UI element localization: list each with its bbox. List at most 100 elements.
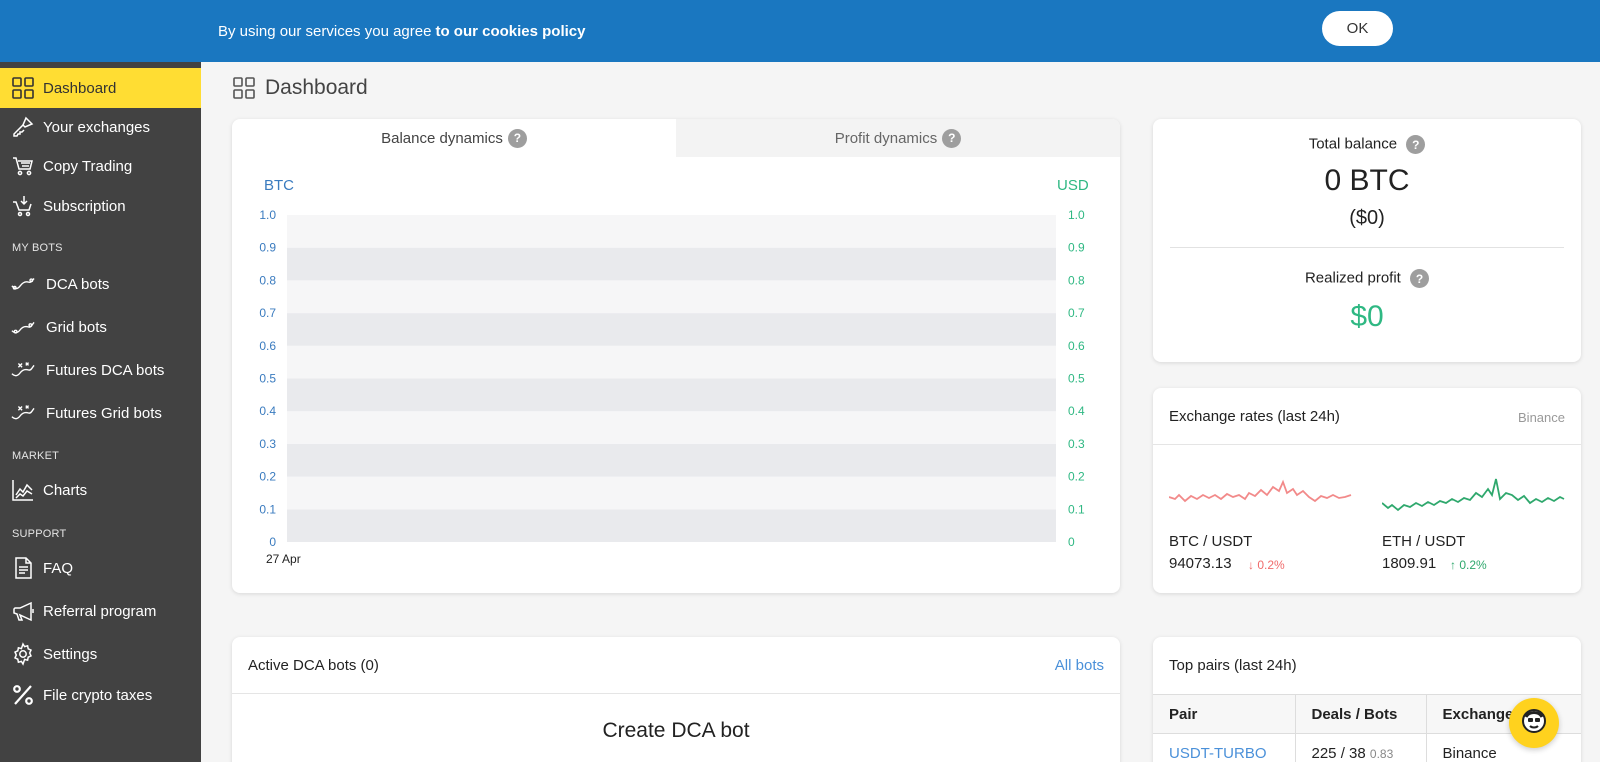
sidebar-item-label: Futures DCA bots — [46, 361, 165, 379]
sidebar-item-label: FAQ — [43, 559, 74, 577]
section-market: MARKET — [12, 450, 60, 462]
sidebar-item-label: Subscription — [43, 197, 126, 215]
sidebar-item-charts[interactable]: Charts — [0, 470, 201, 510]
chat-mascot-icon — [1519, 706, 1549, 741]
pair-change: ↑ 0.2% — [1450, 558, 1487, 572]
support-chat-button[interactable] — [1509, 698, 1559, 748]
x-tick: 27 Apr — [266, 552, 301, 566]
top-pairs-card: Top pairs (last 24h) Pair Deals / Bots E… — [1153, 637, 1581, 762]
cookie-ok-button[interactable]: OK — [1322, 11, 1393, 46]
y-tick-left: 0.8 — [259, 273, 276, 287]
sidebar-item-dca-bots[interactable]: DCA bots — [0, 264, 201, 304]
section-support: SUPPORT — [12, 528, 67, 540]
all-bots-link[interactable]: All bots — [1055, 657, 1104, 674]
y-tick-left: 0.1 — [259, 502, 276, 516]
sidebar-item-settings[interactable]: Settings — [0, 634, 201, 674]
sidebar-item-label: Settings — [43, 645, 98, 663]
document-icon — [11, 556, 35, 580]
y-tick-right: 0.4 — [1068, 404, 1085, 418]
top-pairs-title: Top pairs (last 24h) — [1169, 657, 1297, 674]
sidebar-item-label: Grid bots — [46, 318, 107, 336]
sidebar-item-futures-dca-bots[interactable]: Futures DCA bots — [0, 350, 201, 390]
grid-icon — [11, 76, 35, 100]
deals-bots-value: 225 / 38 — [1311, 745, 1366, 762]
y-tick-right: 0.1 — [1068, 502, 1085, 516]
column-header[interactable]: Pair — [1153, 694, 1295, 734]
cart-download-icon — [11, 194, 35, 218]
create-dca-bot-button[interactable]: Create DCA bot — [232, 719, 1120, 743]
cookie-policy-link[interactable]: to our cookies policy — [435, 23, 585, 40]
sidebar-item-label: Charts — [43, 481, 88, 499]
pair-eth-usdt[interactable]: ETH / USDT 1809.91 ↑ 0.2% — [1366, 445, 1566, 593]
y-tick-right: 1.0 — [1068, 208, 1085, 222]
grid-band — [287, 411, 1056, 444]
bots-header: Active DCA bots (0) All bots — [232, 637, 1120, 694]
sidebar-item-dashboard[interactable]: Dashboard — [0, 68, 201, 108]
sidebar: Dashboard Your exchanges Copy Trading Su… — [0, 62, 201, 762]
rates-header: Exchange rates (last 24h) Binance — [1153, 388, 1581, 445]
grid-icon — [232, 76, 256, 100]
active-bots-card: Active DCA bots (0) All bots Create DCA … — [232, 637, 1120, 762]
sidebar-item-label: File crypto taxes — [43, 686, 153, 704]
sidebar-item-label: Your exchanges — [43, 118, 151, 136]
column-header[interactable]: Deals / Bots — [1294, 694, 1426, 734]
pair-link[interactable]: USDT-TURBO — [1153, 734, 1295, 762]
gear-icon — [11, 642, 35, 666]
total-balance-label: Total balance — [1308, 135, 1398, 153]
arrow-up-icon: ↑ — [1450, 558, 1456, 572]
sidebar-item-label: Dashboard — [43, 79, 117, 97]
grid-band — [287, 247, 1056, 281]
grid-band — [287, 443, 1056, 477]
total-balance-row: Total balance ? — [1153, 135, 1581, 154]
eth-sparkline — [1382, 478, 1565, 512]
realized-profit-value: $0 — [1350, 300, 1384, 333]
total-balance-btc: 0 BTC — [1324, 164, 1410, 197]
pair-price: 94073.13 — [1169, 555, 1232, 572]
y-tick-right: 0.8 — [1068, 273, 1085, 287]
deals-ratio: 0.83 — [1369, 747, 1394, 762]
y-tick-left: 0.7 — [259, 306, 276, 320]
y-tick-left: 0.9 — [259, 241, 276, 255]
futures-dca-icon — [11, 358, 35, 382]
sidebar-item-subscription[interactable]: Subscription — [0, 186, 201, 226]
sidebar-item-grid-bots[interactable]: Grid bots — [0, 307, 201, 347]
cookie-banner: By using our services you agree to our c… — [0, 0, 1600, 62]
btc-sparkline — [1169, 479, 1352, 503]
percent-icon — [11, 683, 35, 707]
sidebar-item-label: DCA bots — [46, 275, 110, 293]
y-tick-left: 1.0 — [259, 208, 276, 222]
sidebar-item-faq[interactable]: FAQ — [0, 548, 201, 588]
grid-band — [287, 476, 1056, 510]
y-tick-right: 0 — [1068, 535, 1075, 549]
section-my-bots: MY BOTS — [12, 242, 63, 254]
help-icon[interactable]: ? — [1406, 135, 1426, 154]
divider — [1170, 247, 1564, 248]
grid-band — [287, 345, 1056, 379]
sidebar-item-referral[interactable]: Referral program — [0, 591, 201, 631]
help-icon[interactable]: ? — [1410, 269, 1430, 288]
y-tick-right: 0.5 — [1068, 372, 1085, 386]
page-title: Dashboard — [232, 76, 368, 100]
sidebar-item-label: Referral program — [43, 602, 157, 620]
balance-chart-card: Balance dynamics ? Profit dynamics ? BTC… — [232, 119, 1120, 593]
grid-band — [287, 509, 1056, 542]
exchange-cell: Binance — [1425, 733, 1581, 762]
pair-btc-usdt[interactable]: BTC / USDT 94073.13 ↓ 0.2% — [1153, 445, 1353, 593]
pair-name: BTC / USDT — [1169, 533, 1253, 550]
pair-change-value: 0.2% — [1257, 558, 1285, 572]
arrow-down-icon: ↓ — [1248, 558, 1254, 572]
balance-chart: 1.0 0.9 0.8 0.7 0.6 0.5 0.4 0.3 0.2 0.1 0 1.0 0.9 0.8… — [259, 208, 1085, 566]
y-tick-right: 0.3 — [1068, 437, 1085, 451]
sidebar-item-copy-trading[interactable]: Copy Trading — [0, 146, 201, 186]
megaphone-icon — [11, 599, 35, 623]
y-tick-left: 0.3 — [259, 437, 276, 451]
pair-price: 1809.91 — [1382, 555, 1437, 572]
grid-band — [287, 280, 1056, 314]
cart-icon — [11, 154, 35, 178]
sidebar-item-crypto-taxes[interactable]: File crypto taxes — [0, 675, 201, 715]
key-icon — [11, 115, 35, 139]
sidebar-item-futures-grid-bots[interactable]: Futures Grid bots — [0, 393, 201, 433]
rates-exchange: Binance — [1518, 410, 1565, 425]
sidebar-item-exchanges[interactable]: Your exchanges — [0, 107, 201, 147]
y-tick-left: 0 — [269, 535, 276, 549]
